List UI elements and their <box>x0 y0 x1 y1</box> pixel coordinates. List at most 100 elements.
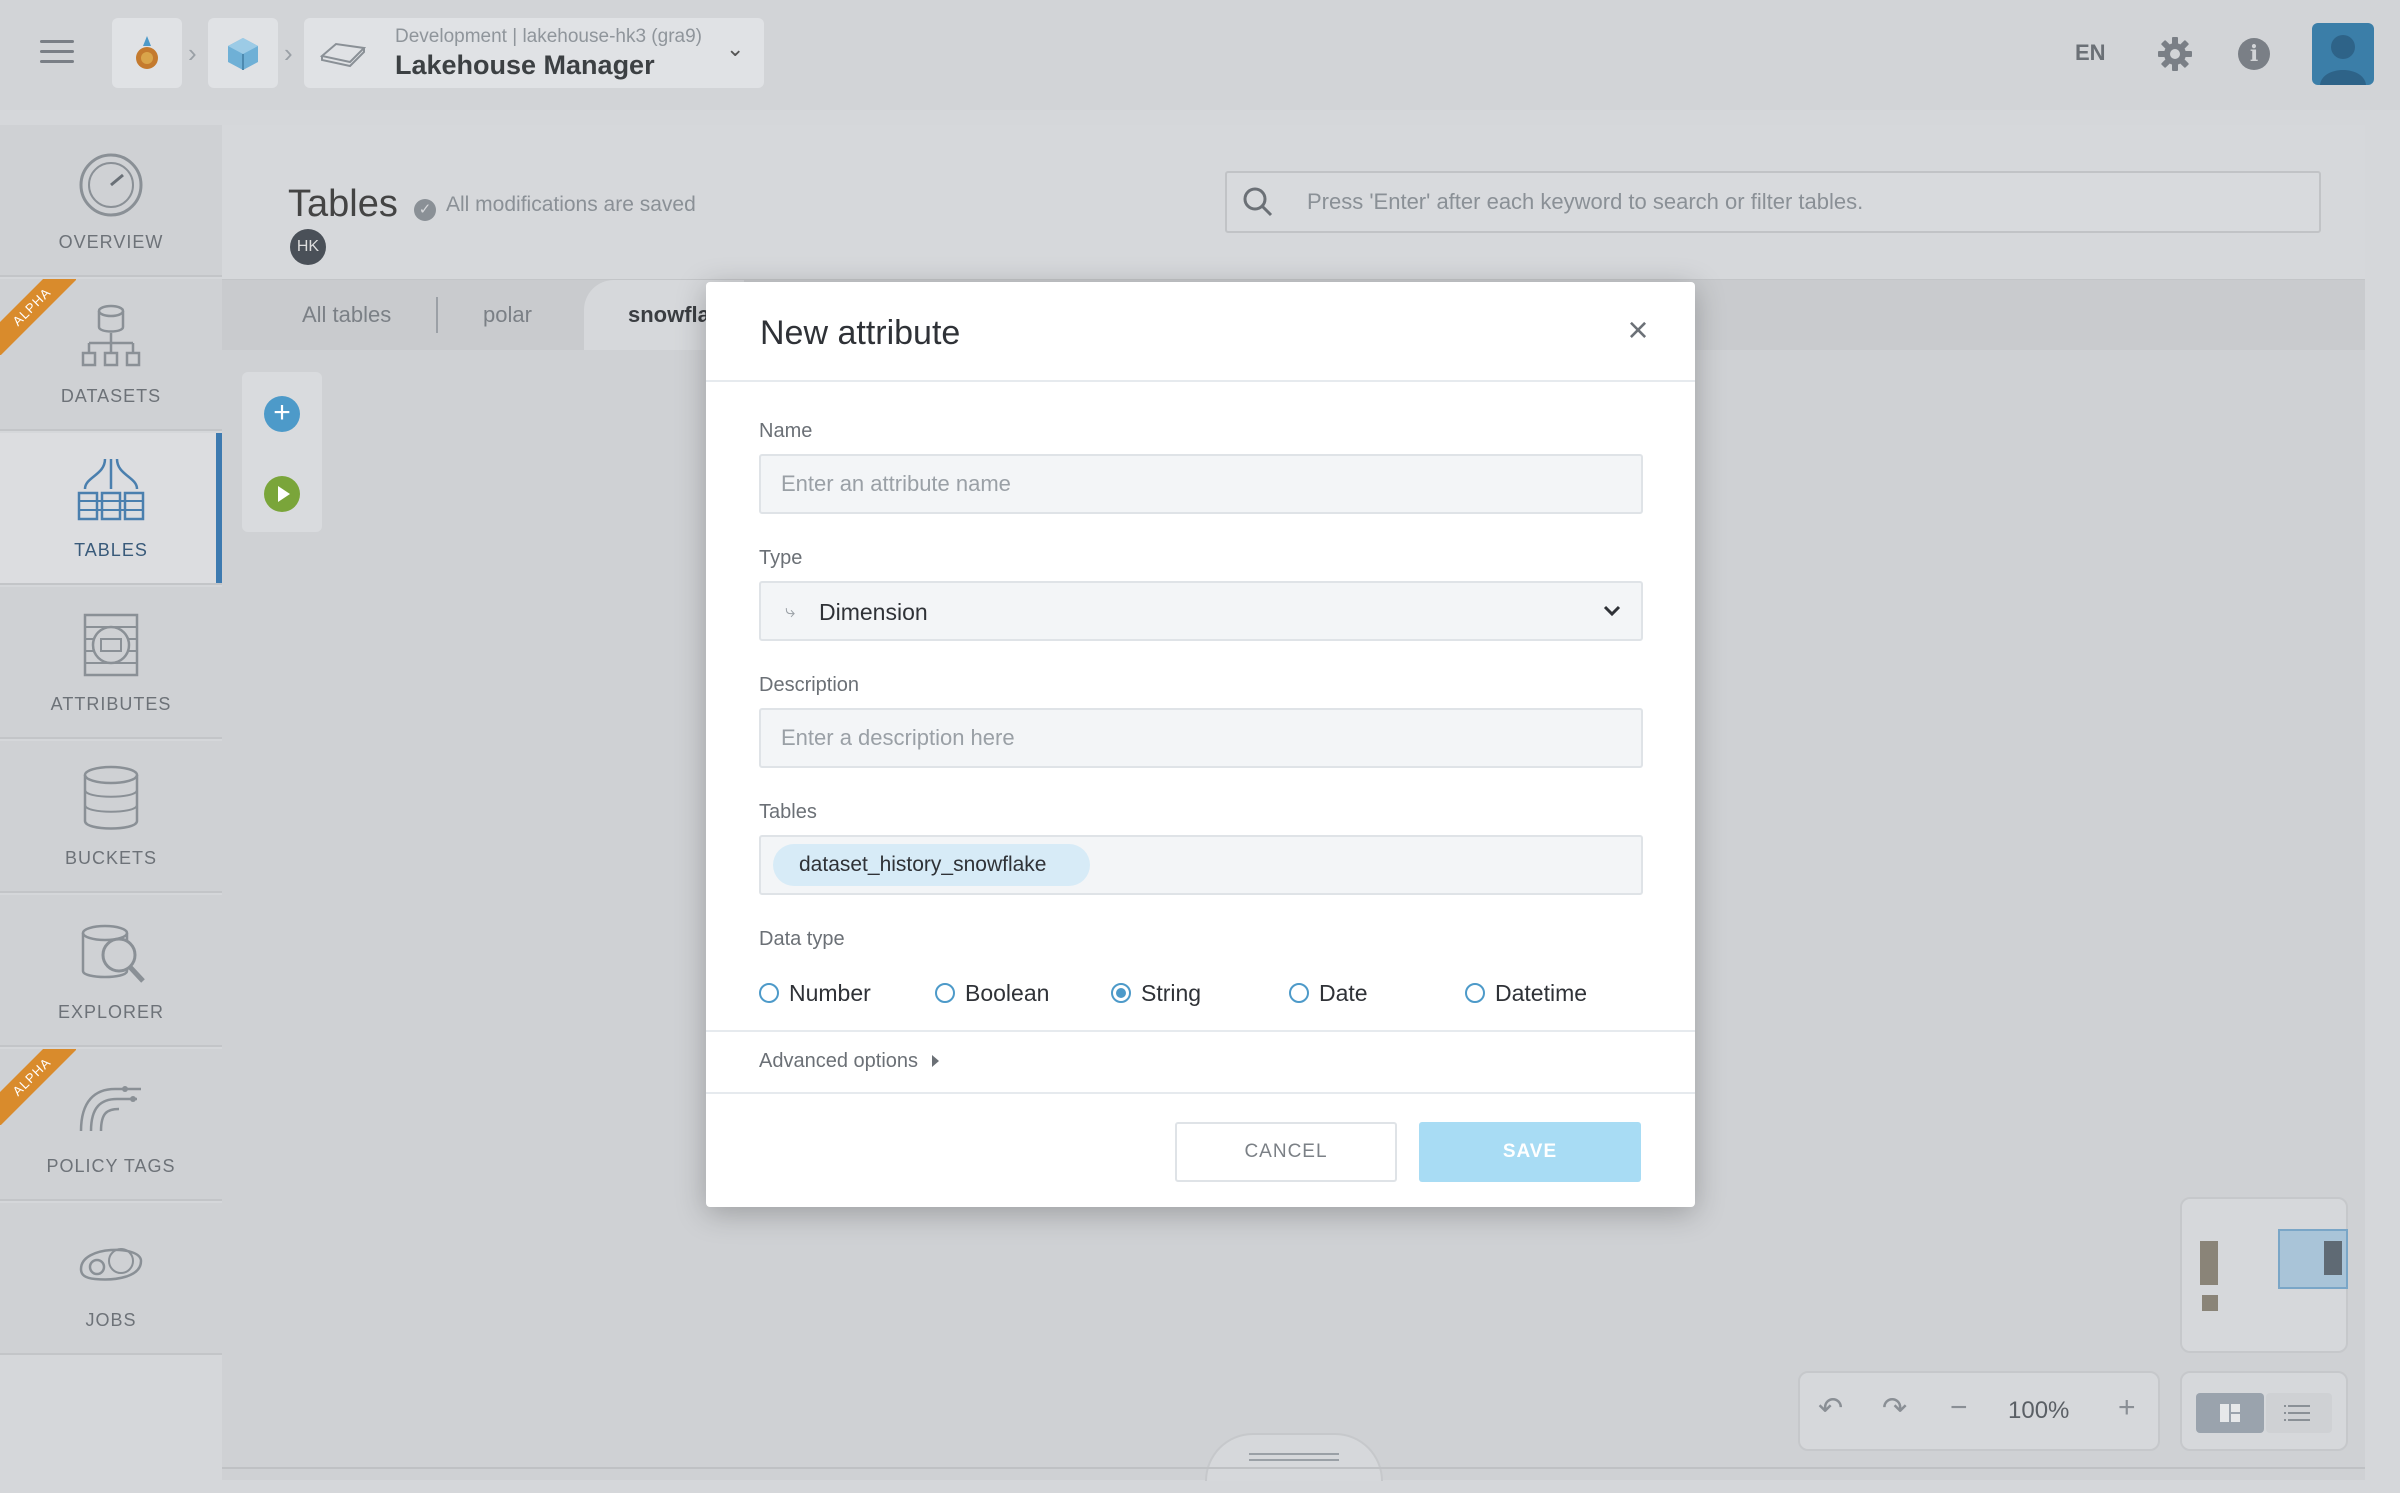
sidebar-item-label: EXPLORER <box>57 1002 165 1022</box>
save-button[interactable]: SAVE <box>1419 1122 1641 1182</box>
lakehouse-icon <box>319 42 367 68</box>
sidebar-item-jobs[interactable]: JOBS <box>0 1203 222 1355</box>
project-title: Lakehouse Manager <box>395 50 655 80</box>
description-label: Description <box>759 674 860 696</box>
advanced-options-section: Advanced options <box>706 1030 1695 1094</box>
page-title: Tables <box>288 183 398 225</box>
tab-separator <box>436 297 438 333</box>
table-search <box>1225 171 2321 233</box>
close-icon[interactable]: × <box>1618 310 1658 350</box>
search-input[interactable] <box>1307 173 2307 231</box>
zoom-level: 100% <box>2008 1397 2070 1424</box>
zoom-out-button[interactable]: − <box>1950 1391 1968 1425</box>
alpha-badge: ALPHA <box>0 1049 76 1125</box>
add-table-button[interactable]: + <box>264 396 300 432</box>
sidebar-item-label: TABLES <box>74 540 148 560</box>
jobs-icon <box>79 1248 143 1281</box>
top-bar: › › ⌄ Development | lakehouse-hk3 (gra9)… <box>0 0 2400 110</box>
diagram-view-button[interactable] <box>2196 1393 2264 1433</box>
run-button[interactable] <box>264 476 300 512</box>
gear-icon[interactable] <box>2157 36 2193 72</box>
datatype-number-radio[interactable]: Number <box>759 975 871 1011</box>
advanced-options-toggle[interactable]: Advanced options <box>759 1050 940 1073</box>
sidebar-item-buckets[interactable]: BUCKETS <box>0 741 222 893</box>
datatype-datetime-radio[interactable]: Datetime <box>1465 975 1587 1011</box>
sidebar-item-label: JOBS <box>85 1310 137 1330</box>
zoom-in-button[interactable]: + <box>2118 1391 2136 1425</box>
datatype-string-radio[interactable]: String <box>1111 975 1201 1011</box>
table-tag[interactable]: dataset_history_snowflake <box>773 844 1091 886</box>
tables-field[interactable]: dataset_history_snowflake <box>759 835 1643 895</box>
list-view-icon <box>2284 1405 2310 1421</box>
sidebar: OVERVIEW ALPHA DATASETS TABLES ATTRIBUTE… <box>0 125 222 1355</box>
saved-status: ✓ All modifications are saved <box>414 193 696 221</box>
language-selector[interactable]: EN <box>2075 40 2106 66</box>
description-field[interactable] <box>761 710 1641 766</box>
cube-icon <box>228 38 258 70</box>
datatype-label: Data type <box>759 928 845 950</box>
chevron-down-icon <box>1603 605 1621 617</box>
explorer-icon <box>81 924 145 983</box>
cube-breadcrumb[interactable] <box>208 18 278 88</box>
chevron-down-icon: ⌄ <box>726 36 745 61</box>
minimap[interactable] <box>2180 1197 2348 1353</box>
list-view-button[interactable] <box>2266 1393 2332 1433</box>
name-label: Name <box>759 420 813 442</box>
gauge-icon <box>79 153 143 217</box>
caret-right-icon <box>932 1055 940 1067</box>
dimension-icon: ⤷ <box>785 601 796 621</box>
page-header: Tables ✓ All modifications are saved HK <box>222 125 2365 280</box>
sidebar-item-overview[interactable]: OVERVIEW <box>0 125 222 277</box>
type-selected-value: Dimension <box>819 599 928 625</box>
tab-polar[interactable]: polar <box>483 280 532 350</box>
name-field[interactable] <box>761 456 1641 512</box>
dialog-header: New attribute × <box>706 282 1695 382</box>
datatype-radio-group: Number Boolean String Date Datetime <box>759 975 1659 1011</box>
type-label: Type <box>759 547 803 569</box>
dialog-title: New attribute <box>760 314 961 352</box>
sidebar-item-attributes[interactable]: ATTRIBUTES <box>0 587 222 739</box>
sidebar-item-datasets[interactable]: ALPHA DATASETS <box>0 279 222 431</box>
sidebar-item-tables[interactable]: TABLES <box>0 433 222 585</box>
minimap-node <box>2324 1241 2342 1275</box>
sidebar-item-label: BUCKETS <box>64 848 158 868</box>
user-initials-badge: HK <box>290 229 326 265</box>
datatype-date-radio[interactable]: Date <box>1289 975 1368 1011</box>
database-tree-icon <box>81 304 141 367</box>
tables-icon <box>77 458 145 521</box>
breadcrumb-separator: › <box>188 38 197 68</box>
check-icon: ✓ <box>414 199 436 221</box>
view-toggle <box>2180 1371 2348 1451</box>
alpha-badge: ALPHA <box>0 279 76 355</box>
grid-view-icon <box>2220 1404 2240 1422</box>
app-logo-button[interactable] <box>112 18 182 88</box>
sidebar-item-policy-tags[interactable]: ALPHA POLICY TAGS <box>0 1049 222 1201</box>
cancel-button[interactable]: CANCEL <box>1175 1122 1397 1182</box>
policy-tags-icon <box>79 1086 141 1132</box>
tables-label: Tables <box>759 801 817 823</box>
description-field-wrapper <box>759 708 1643 768</box>
sidebar-item-label: DATASETS <box>60 386 162 406</box>
bottom-divider <box>222 1467 2365 1469</box>
sidebar-item-label: OVERVIEW <box>58 232 164 252</box>
tab-all-tables[interactable]: All tables <box>302 280 391 350</box>
redo-icon[interactable]: ↷ <box>1882 1391 1907 1426</box>
sidebar-item-explorer[interactable]: EXPLORER <box>0 895 222 1047</box>
sidebar-item-label: ATTRIBUTES <box>50 694 172 714</box>
name-field-wrapper <box>759 454 1643 514</box>
attributes-icon <box>83 613 139 677</box>
info-icon[interactable]: i <box>2238 38 2270 70</box>
sidebar-item-label: POLICY TAGS <box>46 1156 176 1176</box>
undo-icon[interactable]: ↶ <box>1818 1391 1843 1426</box>
menu-icon[interactable] <box>40 40 74 66</box>
type-select[interactable]: ⤷ Dimension <box>759 581 1643 641</box>
new-attribute-dialog: New attribute × Name Type ⤷ Dimension De… <box>706 282 1695 1207</box>
user-avatar[interactable] <box>2312 23 2374 85</box>
app-logo-icon <box>136 36 158 69</box>
minimap-node <box>2202 1295 2218 1311</box>
canvas-toolbox: + <box>242 372 322 532</box>
datatype-boolean-radio[interactable]: Boolean <box>935 975 1049 1011</box>
minimap-node <box>2200 1241 2218 1285</box>
bucket-icon <box>83 765 139 830</box>
bottom-panel-handle[interactable] <box>1205 1433 1383 1481</box>
